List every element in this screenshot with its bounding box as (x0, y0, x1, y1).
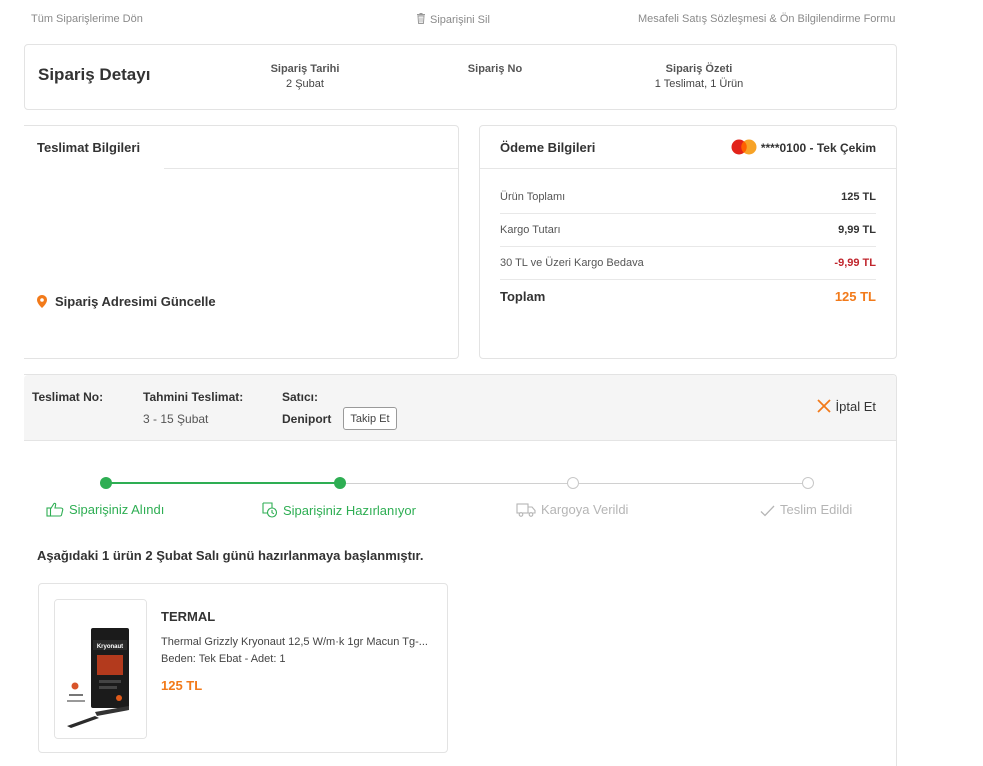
step-order-received: Siparişiniz Alındı (46, 502, 164, 520)
payment-row-shipping: Kargo Tutarı 9,99 TL (500, 214, 876, 247)
progress-line-1 (109, 482, 341, 484)
progress-dot-3 (567, 477, 579, 489)
location-pin-icon (37, 295, 47, 311)
product-variant: Beden: Tek Ebat - Adet: 1 (161, 653, 286, 665)
mastercard-icon (730, 139, 758, 158)
payment-row-free-shipping: 30 TL ve Üzeri Kargo Bedava -9,99 TL (500, 247, 876, 280)
payment-row-subtotal: Ürün Toplamı 125 TL (500, 181, 876, 214)
follow-seller-button[interactable]: Takip Et (343, 407, 397, 430)
thumbs-up-icon (46, 502, 64, 520)
order-summary-value: 1 Teslimat, 1 Ürün (654, 78, 744, 90)
progress-dot-4 (802, 477, 814, 489)
subtotal-label: Ürün Toplamı (500, 191, 566, 203)
eta-value: 3 - 15 Şubat (143, 412, 209, 426)
free-shipping-value: -9,99 TL (834, 257, 876, 269)
order-no-label: Sipariş No (467, 63, 523, 75)
check-icon (760, 505, 775, 520)
product-price: 125 TL (161, 678, 203, 693)
step-delivered-label: Teslim Edildi (780, 502, 853, 517)
card-info-text: ****0100 - Tek Çekim (760, 141, 876, 155)
order-date-value: 2 Şubat (286, 78, 324, 90)
eta-label: Tahmini Teslimat: (143, 390, 244, 404)
total-label: Toplam (500, 289, 546, 304)
payment-info-title: Ödeme Bilgileri (500, 140, 596, 155)
total-value: 125 TL (834, 289, 876, 304)
shipping-label: Kargo Tutarı (500, 224, 561, 236)
order-summary-card: Sipariş Detayı Sipariş Tarihi 2 Şubat Si… (24, 44, 897, 110)
delivery-info-title: Teslimat Bilgileri (37, 140, 141, 155)
progress-dot-2 (334, 477, 346, 489)
delete-order-link[interactable]: Siparişini Sil (416, 13, 490, 26)
trash-icon (416, 13, 426, 24)
shipping-value: 9,99 TL (838, 224, 876, 236)
step-preparing-label: Siparişiniz Hazırlanıyor (283, 503, 416, 518)
step-shipped: Kargoya Verildi (516, 502, 628, 520)
contract-link[interactable]: Mesafeli Satış Sözleşmesi & Ön Bilgilend… (638, 13, 895, 25)
progress-line-2 (344, 483, 574, 484)
product-name[interactable]: Thermal Grizzly Kryonaut 12,5 W/m·k 1gr … (161, 636, 428, 648)
product-card[interactable]: Kryonaut TERMAL Thermal Grizzly Kryonaut… (38, 583, 448, 753)
prep-message: Aşağıdaki 1 ürün 2 Şubat Salı günü hazır… (37, 548, 424, 563)
delivery-no-label: Teslimat No: (32, 390, 104, 404)
free-shipping-label: 30 TL ve Üzeri Kargo Bedava (500, 257, 644, 269)
cancel-button[interactable]: İptal Et (816, 399, 876, 416)
subtotal-value: 125 TL (841, 191, 876, 203)
progress-line-3 (579, 483, 809, 484)
update-address-label: Sipariş Adresimi Güncelle (55, 294, 216, 309)
progress-dot-1 (100, 477, 112, 489)
update-address-link[interactable]: Sipariş Adresimi Güncelle (37, 294, 216, 311)
cancel-label: İptal Et (835, 399, 876, 414)
product-image[interactable]: Kryonaut (54, 599, 147, 739)
delete-order-label: Siparişini Sil (430, 14, 490, 26)
payment-info-card: Ödeme Bilgileri ****0100 - Tek Çekim Ürü… (479, 125, 897, 359)
product-image-label: Kryonaut (97, 644, 123, 650)
back-to-orders-link[interactable]: Tüm Siparişlerime Dön (31, 13, 143, 25)
product-image-art: Kryonaut (55, 600, 146, 738)
shipment-header (24, 375, 896, 441)
step-delivered: Teslim Edildi (760, 502, 852, 520)
order-summary-label: Sipariş Özeti (665, 63, 733, 75)
step-preparing: Siparişiniz Hazırlanıyor (261, 502, 416, 521)
card-info: ****0100 - Tek Çekim (730, 139, 876, 158)
seller-label: Satıcı: (282, 390, 319, 404)
divider (480, 168, 896, 169)
clock-box-icon (261, 502, 278, 521)
truck-icon (516, 503, 536, 520)
order-date-label: Sipariş Tarihi (270, 63, 340, 75)
shipment-card: Teslimat No: Tahmini Teslimat: 3 - 15 Şu… (24, 374, 897, 766)
page-title: Sipariş Detayı (38, 65, 151, 84)
product-brand: TERMAL (161, 609, 216, 624)
close-icon (816, 399, 831, 416)
divider (164, 168, 458, 169)
seller-value[interactable]: Deniport (282, 412, 331, 426)
step-order-received-label: Siparişiniz Alındı (69, 502, 165, 517)
payment-row-total: Toplam 125 TL (500, 280, 876, 313)
delivery-info-card: Teslimat Bilgileri Sipariş Adresimi Günc… (24, 125, 459, 359)
step-shipped-label: Kargoya Verildi (541, 502, 629, 517)
